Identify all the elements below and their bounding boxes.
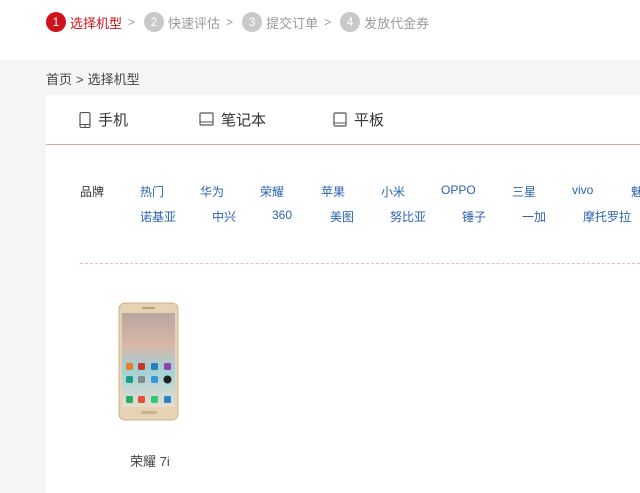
brand-link-oneplus[interactable]: 一加 xyxy=(522,208,546,225)
step-number: 2 xyxy=(144,12,165,32)
step-issue-voucher: 4 发放代金券 xyxy=(340,12,429,32)
section-divider xyxy=(80,263,640,264)
product-card[interactable] xyxy=(114,301,184,432)
tablet-icon xyxy=(333,112,347,127)
step-number: 4 xyxy=(340,12,361,32)
step-submit-order: 3 提交订单 xyxy=(242,12,318,32)
step-number: 3 xyxy=(242,12,263,32)
step-label: 快速评估 xyxy=(168,15,221,31)
step-separator: > xyxy=(226,15,234,29)
brand-link-vivo[interactable]: vivo xyxy=(572,183,593,197)
step-separator: > xyxy=(324,15,332,29)
tab-label: 平板 xyxy=(354,112,385,129)
brand-link-hot[interactable]: 热门 xyxy=(140,183,164,200)
brand-link-360[interactable]: 360 xyxy=(272,208,292,222)
phone-icon xyxy=(79,111,91,128)
tab-label: 笔记本 xyxy=(221,112,267,129)
tab-tablet[interactable]: 平板 xyxy=(333,109,384,130)
breadcrumb-separator: > xyxy=(76,72,84,87)
product-name[interactable]: 荣耀 7i xyxy=(130,451,170,470)
category-tabs: 手机 笔记本 平板 xyxy=(46,95,640,145)
tab-phone[interactable]: 手机 xyxy=(79,109,128,130)
breadcrumb-current: 选择机型 xyxy=(87,72,140,87)
brand-link-huawei[interactable]: 华为 xyxy=(200,183,224,200)
brand-link-apple[interactable]: 苹果 xyxy=(321,183,345,200)
brand-link-samsung[interactable]: 三星 xyxy=(512,183,536,200)
brand-filter-label: 品牌 xyxy=(80,185,105,199)
brand-link-meizu[interactable]: 魅 xyxy=(631,183,640,200)
step-quick-evaluate: 2 快速评估 xyxy=(144,12,220,32)
brand-link-zte[interactable]: 中兴 xyxy=(212,208,236,225)
breadcrumb: 首页 > 选择机型 xyxy=(46,69,144,88)
brand-link-xiaomi[interactable]: 小米 xyxy=(381,183,405,200)
progress-steps: 1 选择机型 > 2 快速评估 > 3 提交订单 > 4 发放代金券 xyxy=(46,11,429,33)
laptop-icon xyxy=(199,112,214,126)
step-separator: > xyxy=(128,15,136,29)
breadcrumb-home-link[interactable]: 首页 xyxy=(46,72,72,87)
brand-link-oppo[interactable]: OPPO xyxy=(441,183,476,197)
step-select-model: 1 选择机型 xyxy=(46,12,122,32)
brand-link-nubia[interactable]: 努比亚 xyxy=(390,208,426,225)
step-label: 提交订单 xyxy=(266,15,319,31)
step-number: 1 xyxy=(46,12,66,32)
selection-panel: 手机 笔记本 平板 品牌 热门 华为 荣耀 苹果 小米 OPPO 三星 vivo… xyxy=(46,95,640,493)
phone-product-image xyxy=(118,302,179,421)
tab-label: 手机 xyxy=(98,112,129,129)
step-label: 选择机型 xyxy=(70,15,123,31)
brand-link-nokia[interactable]: 诺基亚 xyxy=(140,208,176,225)
tab-laptop[interactable]: 笔记本 xyxy=(199,109,266,130)
brand-link-meitu[interactable]: 美图 xyxy=(330,208,354,225)
brand-link-motorola[interactable]: 摩托罗拉 xyxy=(583,208,631,225)
brand-link-honor[interactable]: 荣耀 xyxy=(260,183,284,200)
brand-link-smartisan[interactable]: 锤子 xyxy=(462,208,486,225)
step-label: 发放代金券 xyxy=(364,15,430,31)
